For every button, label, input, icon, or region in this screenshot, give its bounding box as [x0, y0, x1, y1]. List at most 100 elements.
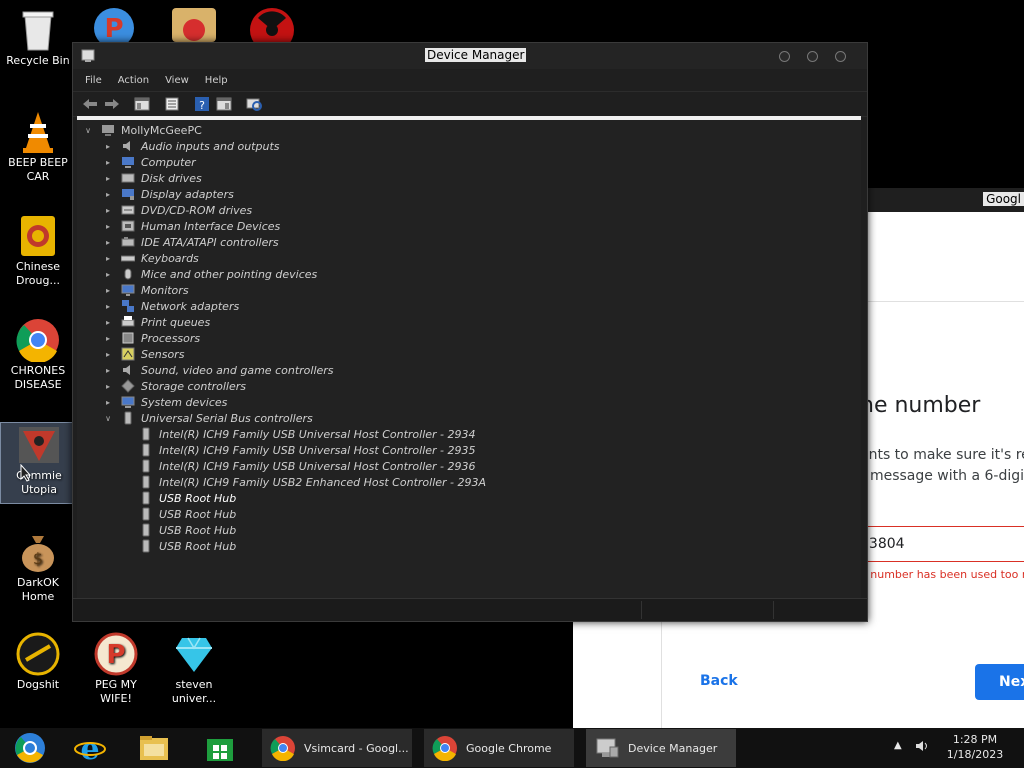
desktop-icon-beep-beep-car[interactable]: BEEP BEEP CAR — [0, 110, 76, 184]
expand-chevron-icon[interactable]: ▸ — [103, 206, 113, 215]
action-pane-icon[interactable] — [215, 96, 233, 112]
back-arrow-icon[interactable] — [81, 96, 99, 112]
expand-chevron-icon[interactable]: ▸ — [103, 238, 113, 247]
next-button[interactable]: Nex — [975, 664, 1024, 700]
expand-chevron-icon[interactable]: ▸ — [103, 398, 113, 407]
tree-device[interactable]: Intel(R) ICH9 Family USB Universal Host … — [139, 442, 476, 458]
usb-device-icon — [139, 459, 153, 473]
tree-category[interactable]: ▸ Computer — [103, 154, 196, 170]
desktop-icon-label: DarkOK Home — [17, 576, 59, 603]
expand-chevron-icon[interactable]: ▸ — [103, 158, 113, 167]
tree-device-label: USB Root Hub — [159, 539, 237, 553]
tree-category-label: Sensors — [141, 347, 185, 361]
menu-view[interactable]: View — [165, 75, 189, 86]
tree-category-label: Audio inputs and outputs — [141, 139, 280, 153]
desktop-icon-chrones-disease[interactable]: CHRONES DISEASE — [0, 318, 76, 392]
desktop-icon-label: Recycle Bin — [6, 54, 70, 67]
tree-device[interactable]: Intel(R) ICH9 Family USB Universal Host … — [139, 426, 476, 442]
menu-help[interactable]: Help — [205, 75, 228, 86]
collapse-chevron-icon[interactable]: ∨ — [83, 126, 93, 135]
tree-root[interactable]: ∨ MollyMcGeePC — [83, 122, 202, 138]
desktop-icon-label: Dogshit — [16, 678, 60, 691]
expand-chevron-icon[interactable]: ▸ — [103, 142, 113, 151]
tree-category[interactable]: ▸ Keyboards — [103, 250, 199, 266]
tree-device[interactable]: USB Root Hub — [139, 522, 236, 538]
tree-device[interactable]: USB Root Hub — [139, 506, 236, 522]
device-manager-titlebar[interactable]: Device Manager — [73, 43, 867, 69]
expand-chevron-icon[interactable]: ▸ — [103, 190, 113, 199]
taskbar-task-device-manager[interactable]: Device Manager — [586, 729, 736, 767]
tree-category[interactable]: ▸ Network adapters — [103, 298, 239, 314]
maximize-button[interactable] — [807, 51, 818, 62]
tree-device[interactable]: USB Root Hub — [139, 490, 236, 506]
forward-arrow-icon[interactable] — [103, 96, 121, 112]
tree-category[interactable]: ▸ Mice and other pointing devices — [103, 266, 317, 282]
desktop-icon-radiation-top[interactable] — [248, 6, 296, 52]
expand-chevron-icon[interactable]: ▸ — [103, 318, 113, 327]
expand-chevron-icon[interactable]: ▸ — [103, 286, 113, 295]
properties-icon[interactable] — [163, 96, 181, 112]
tree-category[interactable]: ▸ Sensors — [103, 346, 184, 362]
svg-text:e: e — [80, 732, 99, 764]
store-icon[interactable] — [190, 730, 250, 766]
expand-chevron-icon[interactable]: ▸ — [103, 350, 113, 359]
tree-category[interactable]: ▸ IDE ATA/ATAPI controllers — [103, 234, 279, 250]
expand-chevron-icon[interactable]: ▸ — [103, 174, 113, 183]
usb-device-icon — [139, 523, 153, 537]
tree-category[interactable]: ▸ DVD/CD-ROM drives — [103, 202, 252, 218]
console-tree-icon[interactable] — [133, 96, 151, 112]
clock[interactable]: 1:28 PM 1/18/2023 — [940, 732, 1010, 762]
desktop-icon-recycle-bin[interactable]: Recycle Bin — [0, 8, 76, 68]
desktop-icon-dogshit[interactable]: Dogshit — [0, 632, 76, 692]
disk-drive-icon — [121, 171, 135, 185]
help-icon[interactable]: ? — [193, 96, 211, 112]
tree-category[interactable]: ▸ Storage controllers — [103, 378, 246, 394]
tree-category[interactable]: ▸ Audio inputs and outputs — [103, 138, 280, 154]
menu-action[interactable]: Action — [118, 75, 149, 86]
file-explorer-icon[interactable] — [124, 730, 184, 766]
tree-category-usb[interactable]: ∨ Universal Serial Bus controllers — [103, 410, 313, 426]
chevron-up-icon[interactable]: ▲ — [894, 740, 902, 751]
desktop-icon-angry-birds-top[interactable] — [170, 6, 218, 42]
expand-chevron-icon[interactable]: ▸ — [103, 222, 113, 231]
tree-device[interactable]: USB Root Hub — [139, 538, 236, 554]
tree-category[interactable]: ▸ Monitors — [103, 282, 189, 298]
back-button[interactable]: Back — [700, 673, 738, 689]
expand-chevron-icon[interactable]: ▸ — [103, 254, 113, 263]
taskbar-task-google-chrome[interactable]: Google Chrome — [424, 729, 574, 767]
desktop-icon-peg-my-wife[interactable]: P PEG MY WIFE! — [78, 632, 154, 706]
expand-chevron-icon[interactable]: ▸ — [103, 302, 113, 311]
desktop-icon-chinese-drougs[interactable]: Chinese Droug... — [0, 214, 76, 288]
tree-category[interactable]: ▸ Print queues — [103, 314, 210, 330]
start-button[interactable] — [0, 730, 60, 766]
collapse-chevron-icon[interactable]: ∨ — [103, 414, 113, 423]
tree-device[interactable]: Intel(R) ICH9 Family USB Universal Host … — [139, 458, 476, 474]
volume-icon[interactable] — [914, 738, 930, 757]
tree-category[interactable]: ▸ System devices — [103, 394, 227, 410]
tree-category-label: Human Interface Devices — [141, 219, 281, 233]
chrome-window-title: Googl — [983, 192, 1024, 206]
error-message: e number has been used too m — [860, 568, 1024, 581]
desktop-icon-commie-utopia[interactable]: Commie Utopia — [0, 422, 78, 504]
desktop-icon-steven-universe[interactable]: steven univer... — [156, 632, 232, 706]
tree-category[interactable]: ▸ Processors — [103, 330, 200, 346]
scan-hardware-icon[interactable] — [245, 96, 263, 112]
tree-category[interactable]: ▸ Human Interface Devices — [103, 218, 280, 234]
phone-number-input[interactable]: 13804 — [860, 526, 1024, 562]
desktop-icon-label: Commie Utopia — [16, 469, 62, 496]
expand-chevron-icon[interactable]: ▸ — [103, 382, 113, 391]
tree-category[interactable]: ▸ Display adapters — [103, 186, 234, 202]
minimize-button[interactable] — [779, 51, 790, 62]
close-button[interactable] — [835, 51, 846, 62]
desktop-icon-darkok-home[interactable]: $ DarkOK Home — [0, 530, 76, 604]
desktop-icon-peggle-top[interactable]: P — [92, 6, 136, 48]
taskbar-task-vsimcard[interactable]: Vsimcard - Googl... — [262, 729, 412, 767]
internet-explorer-icon[interactable]: e — [60, 730, 120, 766]
expand-chevron-icon[interactable]: ▸ — [103, 334, 113, 343]
tree-category[interactable]: ▸ Sound, video and game controllers — [103, 362, 334, 378]
expand-chevron-icon[interactable]: ▸ — [103, 270, 113, 279]
expand-chevron-icon[interactable]: ▸ — [103, 366, 113, 375]
menu-file[interactable]: File — [85, 75, 102, 86]
tree-device[interactable]: Intel(R) ICH9 Family USB2 Enhanced Host … — [139, 474, 486, 490]
tree-category[interactable]: ▸ Disk drives — [103, 170, 202, 186]
